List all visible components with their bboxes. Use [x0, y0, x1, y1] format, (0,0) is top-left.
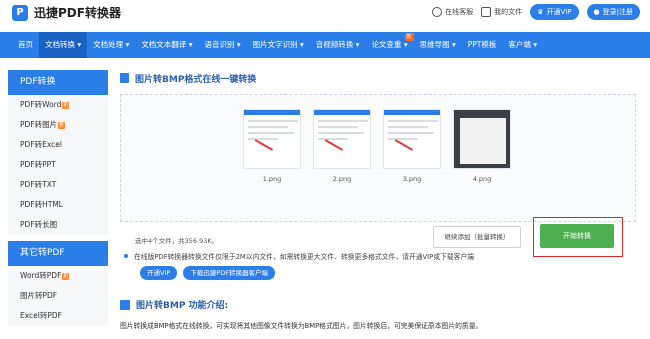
- sidebar-item-label: PDF转图片: [20, 120, 58, 129]
- sidebar-item[interactable]: PDF转图片折: [8, 115, 108, 135]
- nav-item[interactable]: 文档处理 ▾: [87, 32, 135, 58]
- info-icon: [120, 299, 130, 310]
- page-title: 图片转BMP格式在线一键转换: [120, 68, 640, 88]
- discount-badge: 折: [62, 102, 70, 109]
- user-icon: ●: [593, 8, 600, 16]
- nav-item[interactable]: 音视频转换 ▾: [310, 32, 366, 58]
- sidebar-group-1: PDF转Word 折 PDF转图片折 PDF转Excel PDF转PPT PDF转TXT P…: [8, 95, 108, 235]
- file-thumb-4[interactable]: 4.png: [453, 109, 511, 183]
- sidebar-section-pdf-convert[interactable]: PDF转换: [8, 70, 108, 95]
- upload-area[interactable]: 1.png 2.png 3.png 4.png 选中4个文件，共356.93K。…: [120, 94, 636, 257]
- intro-heading: 图片转BMP 功能介绍:: [120, 298, 228, 311]
- notice: 在线版PDF转换器转换文件仅限于2M以内文件，如需转换更大文件、转换更多格式文件…: [124, 251, 634, 261]
- sidebar-item-label: PDF转PPT: [20, 160, 56, 169]
- file-preview: [313, 109, 371, 169]
- new-badge: 新: [404, 33, 414, 41]
- main-nav: 首页 文档转换 ▾ 文档处理 ▾ 文档文本翻译 ▾ 语音识别 ▾ 图片文字识别 ▾ 音视频转…: [0, 32, 650, 58]
- file-thumb-1[interactable]: 1.png: [243, 109, 301, 183]
- top-links: 在线客服 我的文件 ♛ 开通VIP ● 登录|注册: [432, 4, 640, 20]
- nav-item-label: 文档处理 ▾: [93, 40, 130, 49]
- nav-item-label: 论文查重 ▾: [371, 40, 408, 49]
- nav-item-label: PPT模板: [467, 40, 497, 49]
- file-preview: [383, 109, 441, 169]
- sidebar-item[interactable]: Excel转PDF: [8, 306, 108, 326]
- sidebar-item[interactable]: Word转PDF 折: [8, 266, 108, 286]
- sidebar-item[interactable]: PDF转Excel: [8, 135, 108, 155]
- page-title-text: 图片转BMP格式在线一键转换: [135, 74, 257, 85]
- file-name: 1.png: [262, 175, 282, 183]
- bullet-icon: [124, 254, 128, 258]
- sidebar-item[interactable]: PDF转TXT: [8, 175, 108, 195]
- file-preview: [243, 109, 301, 169]
- nav-item-label: 图片文字识别 ▾: [252, 40, 304, 49]
- login-label: 登录|注册: [602, 8, 633, 16]
- crown-icon: ♛: [537, 8, 544, 16]
- nav-item-label: 思维导图 ▾: [419, 40, 456, 49]
- nav-item-label: 首页: [18, 40, 33, 49]
- sidebar-item-label: PDF转Word: [20, 100, 62, 109]
- add-more-button[interactable]: 继续添加（批量转换）: [433, 226, 521, 248]
- file-thumb-2[interactable]: 2.png: [313, 109, 371, 183]
- start-convert-button[interactable]: 开始转换: [540, 224, 614, 248]
- nav-item[interactable]: 思维导图 ▾: [414, 32, 462, 58]
- sidebar-item-label: 图片转PDF: [20, 291, 58, 300]
- sidebar-item-label: PDF转HTML: [20, 200, 63, 209]
- nav-item[interactable]: 论文查重 ▾ 新: [365, 32, 414, 58]
- login-button[interactable]: ● 登录|注册: [586, 4, 640, 20]
- sidebar-item[interactable]: 图片转PDF: [8, 286, 108, 306]
- headset-icon: [432, 7, 443, 17]
- file-preview: [453, 109, 511, 169]
- sidebar-group-2: Word转PDF 折图片转PDF Excel转PDF: [8, 266, 108, 326]
- notice-buttons: 开通VIP 下载迅捷PDF转换器客户端: [140, 266, 275, 280]
- sidebar-item-label: Word转PDF: [20, 271, 62, 280]
- logo[interactable]: P 迅捷PDF转换器: [12, 4, 121, 21]
- sidebar-section-to-pdf[interactable]: 其它转PDF: [8, 241, 108, 266]
- sidebar-item-label: PDF转Excel: [20, 140, 62, 149]
- sidebar-item[interactable]: PDF转HTML: [8, 195, 108, 215]
- sidebar-item-label: PDF转TXT: [20, 180, 57, 189]
- file-name: 3.png: [402, 175, 422, 183]
- main-content: 图片转BMP格式在线一键转换 1.png 2.png 3.png 4.png 选…: [120, 68, 640, 330]
- file-summary: 选中4个文件，共356.93K。: [135, 237, 219, 245]
- my-files-link[interactable]: 我的文件: [481, 7, 522, 17]
- nav-item[interactable]: 图片文字识别 ▾: [247, 32, 310, 58]
- sidebar-item[interactable]: PDF转PPT: [8, 155, 108, 175]
- my-files-label: 我的文件: [494, 8, 523, 16]
- file-name: 4.png: [472, 175, 492, 183]
- vip-label: 开通VIP: [546, 8, 572, 16]
- sidebar-item-label: Excel转PDF: [20, 311, 62, 320]
- nav-item[interactable]: 客户端 ▾: [502, 32, 543, 58]
- nav-item[interactable]: 首页: [12, 32, 39, 58]
- logo-icon: P: [12, 4, 28, 21]
- logo-text: 迅捷PDF转换器: [34, 6, 121, 20]
- open-vip-button[interactable]: 开通VIP: [140, 266, 178, 280]
- sidebar-item-label: PDF转长图: [20, 220, 58, 229]
- nav-item-label: 音视频转换 ▾: [315, 40, 360, 49]
- nav-item[interactable]: PPT模板: [462, 32, 503, 58]
- nav-item-label: 语音识别 ▾: [204, 40, 241, 49]
- intro-heading-text: 图片转BMP 功能介绍:: [136, 301, 229, 311]
- notice-text: 在线版PDF转换器转换文件仅限于2M以内文件，如需转换更大文件、转换更多格式文件…: [134, 253, 475, 261]
- sidebar-item[interactable]: PDF转Word 折: [8, 95, 108, 115]
- nav-item[interactable]: 文档转换 ▾: [39, 32, 88, 58]
- nav-item-label: 文档转换 ▾: [45, 40, 82, 49]
- nav-item[interactable]: 文档文本翻译 ▾: [135, 32, 198, 58]
- discount-badge: 折: [58, 122, 66, 129]
- vip-button[interactable]: ♛ 开通VIP: [530, 4, 579, 20]
- intro-text: 图片转换成BMP格式在线转换，可实现将其他图像文件转换为BMP格式图片，图片转换…: [120, 322, 483, 330]
- service-link[interactable]: 在线客服: [432, 7, 473, 17]
- nav-item-label: 客户端 ▾: [508, 40, 538, 49]
- nav-item-label: 文档文本翻译 ▾: [141, 40, 193, 49]
- service-label: 在线客服: [445, 8, 474, 16]
- nav-item[interactable]: 语音识别 ▾: [198, 32, 246, 58]
- sidebar: PDF转换 PDF转Word 折 PDF转图片折 PDF转Excel PDF转PPT PD…: [8, 70, 108, 326]
- file-icon: [481, 7, 492, 17]
- discount-badge: 折: [62, 273, 70, 280]
- file-name: 2.png: [332, 175, 352, 183]
- download-client-button[interactable]: 下载迅捷PDF转换器客户端: [183, 266, 275, 280]
- sidebar-item[interactable]: PDF转长图: [8, 215, 108, 235]
- file-thumb-3[interactable]: 3.png: [383, 109, 441, 183]
- document-icon: [120, 73, 129, 83]
- top-bar: P 迅捷PDF转换器 在线客服 我的文件 ♛ 开通VIP ● 登录|注册: [0, 0, 650, 26]
